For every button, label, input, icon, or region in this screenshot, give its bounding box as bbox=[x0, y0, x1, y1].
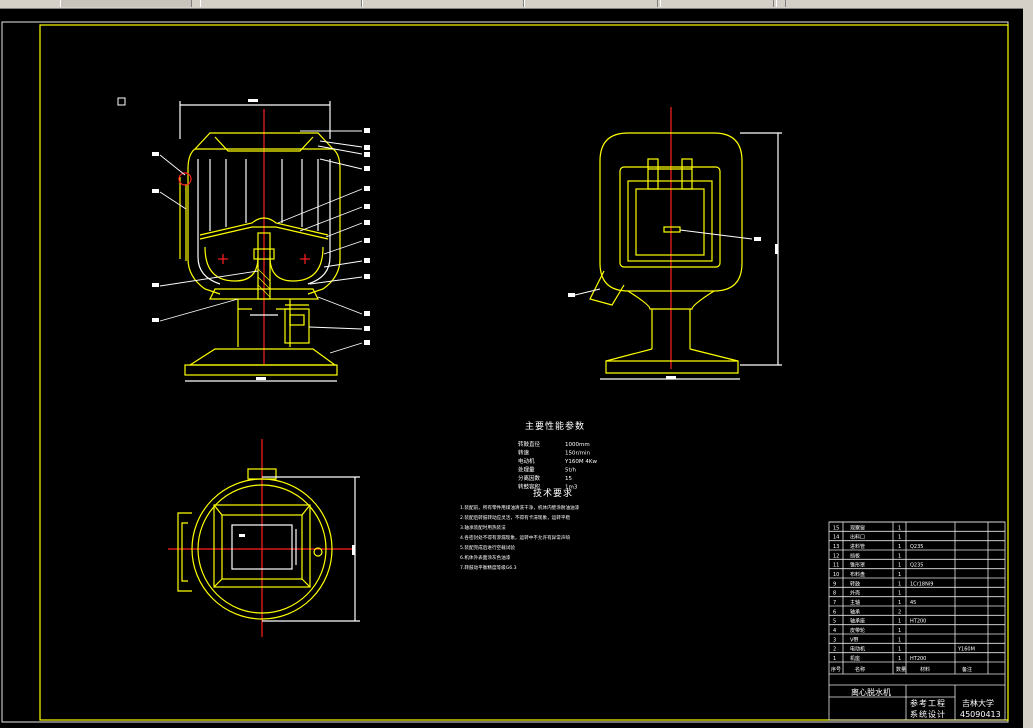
bom-cell-mat: HT200 bbox=[910, 656, 926, 662]
bom-cell-name: 转鼓 bbox=[850, 580, 860, 587]
drawing-canvas[interactable]: 主要性能参数 转鼓直径 1000mm 转速 150r/min 电动机 Y160M 4Kw 处… bbox=[0, 9, 1022, 728]
school-name: 吉林大学 bbox=[962, 698, 994, 708]
bom-header-qty: 数量 bbox=[896, 666, 906, 673]
top-view bbox=[168, 439, 360, 637]
bom-cell-mat: 45 bbox=[910, 600, 916, 606]
bom-header-no: 序号 bbox=[831, 666, 841, 673]
bom-cell-qty: 1 bbox=[898, 619, 901, 625]
bom-header-note: 备注 bbox=[962, 666, 972, 673]
requirement-line: 7.转鼓动平衡精度等级G6.3 bbox=[460, 564, 517, 571]
requirement-line: 6.机体外表面涂灰色油漆 bbox=[460, 554, 511, 561]
bom-cell-qty: 1 bbox=[898, 628, 901, 634]
bom-cell-qty: 1 bbox=[898, 581, 901, 587]
bom-cell-qty: 2 bbox=[898, 609, 901, 615]
bom-cell-no: 11 bbox=[833, 563, 839, 569]
bom-cell-name: 皮带轮 bbox=[850, 627, 865, 634]
bom-cell-mat: Q235 bbox=[910, 563, 923, 569]
param-name: 转速 bbox=[518, 449, 530, 457]
window-edge bbox=[1023, 8, 1033, 728]
toolbar-field[interactable] bbox=[362, 0, 524, 7]
bom-cell-no: 14 bbox=[833, 535, 839, 541]
bom-cell-mat: 1Cr18Ni9 bbox=[910, 581, 933, 587]
bom-cell-qty: 1 bbox=[898, 525, 901, 531]
bom-cell-no: 13 bbox=[833, 544, 839, 550]
toolbar-field[interactable] bbox=[660, 0, 774, 7]
bom-cell-no: 3 bbox=[833, 637, 836, 643]
bom-cell-no: 12 bbox=[833, 553, 839, 559]
bom-cell-no: 8 bbox=[833, 591, 836, 597]
params-title: 主要性能参数 bbox=[525, 420, 585, 432]
bom-cell-qty: 1 bbox=[898, 535, 901, 541]
bom-cell-name: V带 bbox=[850, 637, 858, 643]
param-name: 电动机 bbox=[518, 457, 535, 465]
bom-cell-name: 轴承 bbox=[850, 608, 860, 615]
front-section-view bbox=[152, 99, 370, 382]
requirement-line: 5.装配完成后进行空载试验 bbox=[460, 544, 515, 551]
bom-cell-mat: Q235 bbox=[910, 544, 923, 550]
requirements-title: 技术要求 bbox=[533, 487, 573, 499]
bom-cell-name: 轴承座 bbox=[850, 618, 865, 625]
cad-drawing: 主要性能参数 转鼓直径 1000mm 转速 150r/min 电动机 Y160M 4Kw 处… bbox=[1, 21, 1009, 723]
toolbar-field[interactable] bbox=[200, 0, 362, 7]
bom-header-name: 名称 bbox=[855, 666, 865, 673]
param-value: Y160M 4Kw bbox=[564, 459, 597, 465]
bom-cell-qty: 1 bbox=[898, 591, 901, 597]
outer-frame bbox=[1, 21, 1009, 723]
bom-cell-qty: 1 bbox=[898, 656, 901, 662]
bom-cell-qty: 1 bbox=[898, 572, 901, 578]
requirement-line: 3.轴承装配时用热装法 bbox=[460, 524, 506, 531]
bom-cell-qty: 1 bbox=[898, 544, 901, 550]
param-value: 1000mm bbox=[565, 442, 590, 448]
toolbar-field[interactable] bbox=[524, 0, 658, 7]
bom-cell-qty: 1 bbox=[898, 553, 901, 559]
drawing-number: 45090413 bbox=[960, 710, 1001, 719]
bom-cell-name: 机座 bbox=[850, 655, 860, 662]
toolbar bbox=[0, 0, 1033, 9]
side-view bbox=[568, 107, 782, 380]
marker-square bbox=[117, 97, 126, 106]
bom-cell-no: 1 bbox=[833, 656, 836, 662]
requirement-line: 4.各密封处不得有渗漏现象，运转中不允许有异常声响 bbox=[460, 534, 570, 541]
bom-cell-name: 挡板 bbox=[850, 552, 860, 559]
product-name: 离心脱水机 bbox=[851, 687, 891, 697]
bom-cell-note: Y160M bbox=[957, 647, 975, 653]
bom-cell-no: 5 bbox=[833, 619, 836, 625]
bom-cell-name: 布料盘 bbox=[850, 571, 865, 578]
bom-cell-name: 进料管 bbox=[850, 543, 865, 550]
bom-cell-name: 主轴 bbox=[850, 599, 860, 606]
title-label-2: 系统设计 bbox=[910, 709, 946, 719]
bom-cell-no: 15 bbox=[833, 525, 839, 531]
bom-cell-no: 6 bbox=[833, 609, 836, 615]
bom-cell-name: 出料口 bbox=[850, 534, 865, 541]
bom-cell-name: 锥形罩 bbox=[850, 562, 865, 569]
bom-cell-no: 10 bbox=[833, 572, 839, 578]
bom-cell-no: 2 bbox=[833, 647, 836, 653]
bom-cell-no: 9 bbox=[833, 581, 836, 587]
requirement-line: 2.装配后转鼓转动应灵活，不得有卡滞现象，运转平稳 bbox=[460, 514, 570, 521]
param-value: 5t/h bbox=[565, 468, 577, 474]
bom-cell-qty: 1 bbox=[898, 647, 901, 653]
toolbar-button[interactable] bbox=[60, 0, 192, 7]
bom-header-mat: 材料 bbox=[920, 666, 930, 673]
bom-cell-qty: 1 bbox=[898, 600, 901, 606]
param-name: 处理量 bbox=[518, 466, 535, 474]
param-value: 15 bbox=[565, 476, 572, 482]
bom-cell-qty: 1 bbox=[898, 637, 901, 643]
bom-cell-name: 外壳 bbox=[850, 590, 860, 597]
param-name: 转鼓直径 bbox=[518, 440, 541, 448]
bom-cell-no: 4 bbox=[833, 628, 836, 634]
bom-cell-qty: 1 bbox=[898, 563, 901, 569]
toolbar-button[interactable] bbox=[776, 0, 786, 7]
param-value: 150r/min bbox=[565, 451, 590, 457]
bom-cell-name: 电动机 bbox=[850, 646, 865, 653]
bom-cell-mat: HT200 bbox=[910, 619, 926, 625]
notes-block: 主要性能参数 转鼓直径 1000mm 转速 150r/min 电动机 Y160M 4Kw 处… bbox=[460, 420, 597, 571]
param-name: 分离因数 bbox=[518, 474, 541, 482]
bom-cell-name: 观察窗 bbox=[850, 524, 865, 531]
bom-cell-no: 7 bbox=[833, 600, 836, 606]
requirement-line: 1.装配前，所有零件用煤油清洗干净，机体内壁涂耐油油漆 bbox=[460, 504, 580, 511]
title-label-1: 参考工程 bbox=[910, 698, 946, 708]
